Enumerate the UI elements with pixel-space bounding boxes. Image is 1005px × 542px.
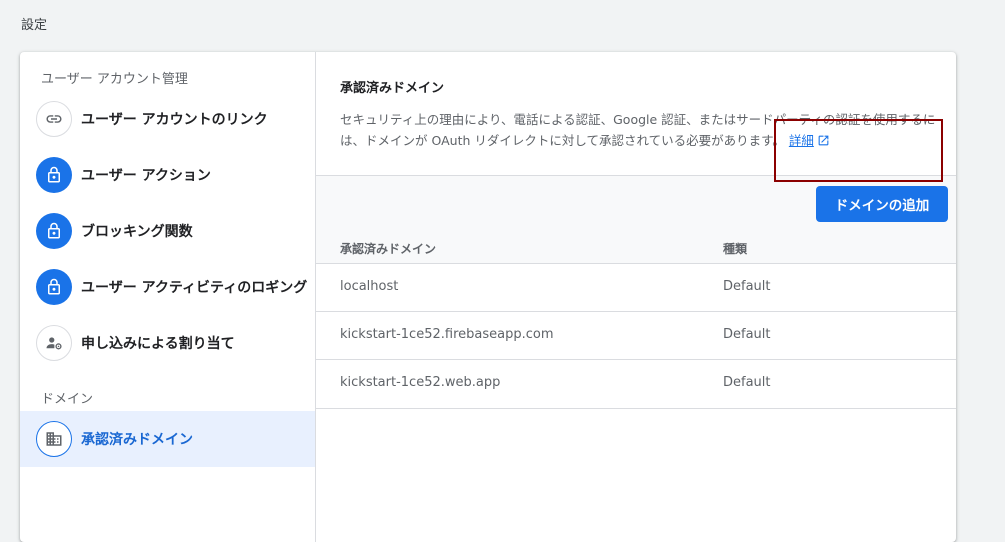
sidebar-item-label: ブロッキング関数: [81, 224, 193, 240]
sidebar-item-label: 申し込みによる割り当て: [81, 336, 235, 352]
lock-icon: [36, 213, 72, 249]
sidebar-item-activity-logging[interactable]: ユーザー アクティビティのロギング: [20, 259, 315, 315]
section-title: 承認済みドメイン: [340, 81, 445, 96]
sidebar-item-label: ユーザー アクション: [81, 168, 211, 184]
settings-card: ユーザー アカウント管理 ユーザー アカウントのリンク ユーザー アクション ブ…: [20, 52, 956, 542]
lock-icon: [36, 157, 72, 193]
table-row[interactable]: localhost Default: [316, 263, 956, 312]
building-icon: [36, 421, 72, 457]
type-cell: Default: [723, 279, 771, 294]
sidebar: ユーザー アカウント管理 ユーザー アカウントのリンク ユーザー アクション ブ…: [20, 52, 316, 542]
domain-cell: kickstart-1ce52.firebaseapp.com: [340, 327, 554, 342]
sidebar-item-blocking-functions[interactable]: ブロッキング関数: [20, 203, 315, 259]
add-domain-button[interactable]: ドメインの追加: [816, 186, 948, 222]
sidebar-item-authorized-domains[interactable]: 承認済みドメイン: [20, 411, 315, 467]
section-label-domains: ドメイン: [41, 392, 94, 407]
external-link-icon: [818, 135, 829, 146]
table-row[interactable]: kickstart-1ce52.web.app Default: [316, 359, 956, 409]
type-cell: Default: [723, 327, 771, 342]
sidebar-item-label: ユーザー アカウントのリンク: [81, 112, 268, 128]
section-label-user-account-management: ユーザー アカウント管理: [41, 72, 188, 87]
sidebar-item-label: ユーザー アクティビティのロギング: [81, 280, 308, 296]
link-icon: [36, 101, 72, 137]
domain-cell: localhost: [340, 279, 399, 294]
column-header-domain[interactable]: 承認済みドメイン: [340, 240, 436, 257]
lock-icon: [36, 269, 72, 305]
description-text: セキュリティ上の理由により、電話による認証、Google 認証、またはサードパー…: [340, 112, 936, 148]
main-panel: 承認済みドメイン セキュリティ上の理由により、電話による認証、Google 認証…: [316, 52, 956, 542]
sidebar-item-label: 承認済みドメイン: [81, 432, 193, 448]
description: セキュリティ上の理由により、電話による認証、Google 認証、またはサードパー…: [340, 109, 940, 151]
sidebar-item-account-linking[interactable]: ユーザー アカウントのリンク: [20, 91, 315, 147]
domain-cell: kickstart-1ce52.web.app: [340, 375, 501, 390]
column-header-type[interactable]: 種類: [723, 240, 747, 257]
table-row[interactable]: kickstart-1ce52.firebaseapp.com Default: [316, 311, 956, 360]
page-title: 設定: [21, 18, 48, 33]
user-settings-icon: [36, 325, 72, 361]
learn-more-link[interactable]: 詳細: [789, 133, 830, 148]
type-cell: Default: [723, 375, 771, 390]
sidebar-item-user-actions[interactable]: ユーザー アクション: [20, 147, 315, 203]
sidebar-item-assignment[interactable]: 申し込みによる割り当て: [20, 315, 315, 371]
